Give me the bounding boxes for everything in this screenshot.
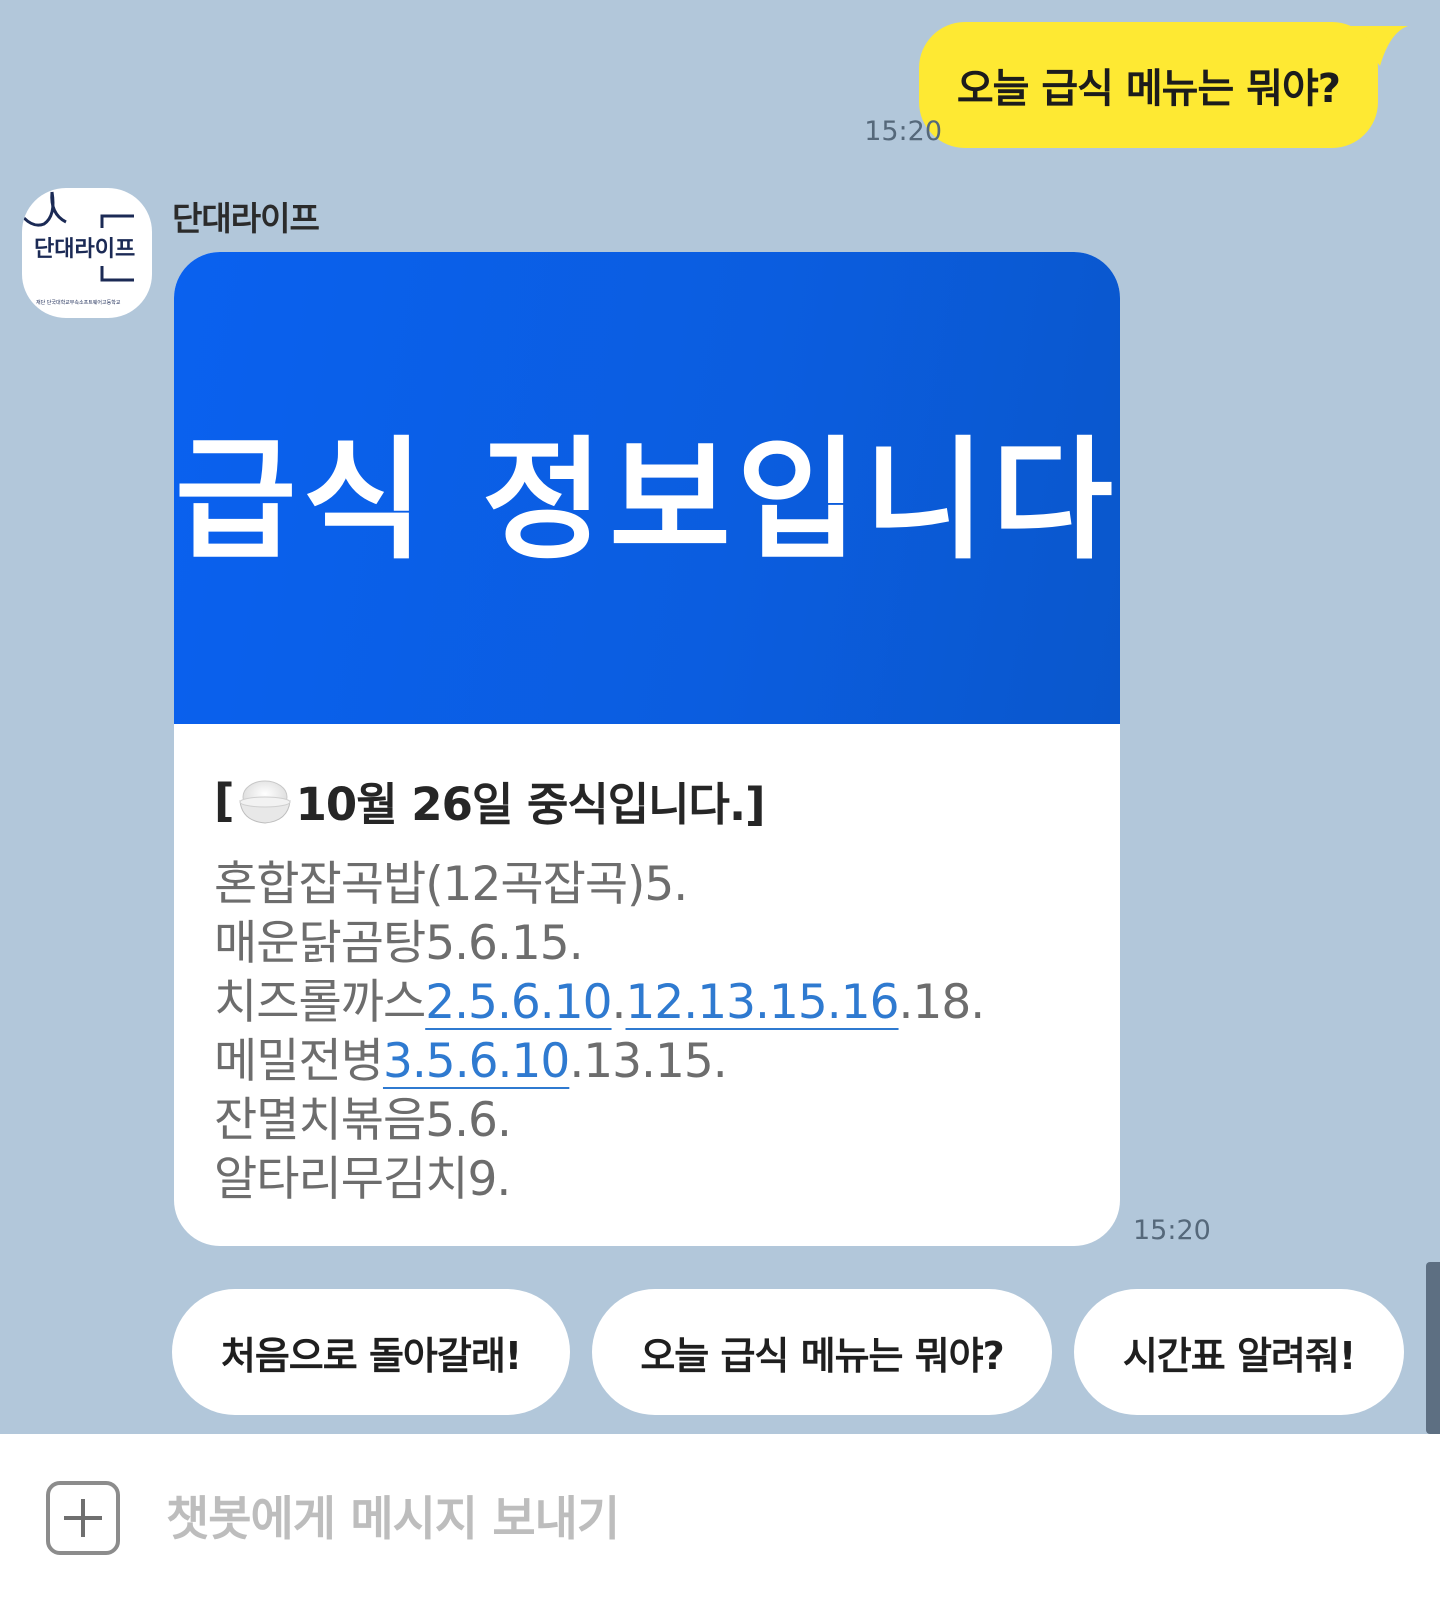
quick-replies-scrollbar[interactable] bbox=[1426, 1262, 1440, 1434]
menu-item-tail: .13.15. bbox=[569, 1034, 727, 1089]
menu-list: 혼합잡곡밥(12곡잡곡)5. 매운닭곰탕5.6.15. 치즈롤까스2.5.6.1… bbox=[214, 855, 1080, 1209]
quick-reply-today-menu[interactable]: 오늘 급식 메뉴는 뭐야? bbox=[592, 1289, 1052, 1415]
card-body: [ 10월 26일 중식입니다.] 혼합잡곡밥(12곡잡곡)5. 매운닭곰탕5.… bbox=[174, 724, 1120, 1209]
bot-avatar[interactable]: 단대라이프 재단 단국대학교부속소프트웨어고등학교 bbox=[22, 188, 152, 318]
menu-item: 매운닭곰탕5.6.15. bbox=[214, 916, 584, 971]
menu-item-tail: .18. bbox=[898, 975, 986, 1030]
banner-title: 급식 정보입니다 bbox=[174, 423, 1120, 578]
outgoing-message-bubble[interactable]: 오늘 급식 메뉴는 뭐야? bbox=[918, 22, 1378, 148]
menu-item: 치즈롤까스2.5.6.10.12.13.15.16.18. bbox=[214, 973, 1080, 1032]
menu-item: 알타리무김치9. bbox=[214, 1152, 511, 1207]
quick-replies: 처음으로 돌아갈래! 오늘 급식 메뉴는 뭐야? 시간표 알려줘! bbox=[172, 1289, 1404, 1415]
heading-text: 10월 26일 중식입니다.] bbox=[295, 778, 766, 831]
heading-bracket: [ bbox=[214, 774, 235, 827]
allergen-link[interactable]: 12.13.15.16 bbox=[626, 975, 900, 1030]
menu-item-separator: . bbox=[611, 975, 627, 1030]
avatar-sub-text: 재단 단국대학교부속소프트웨어고등학교 bbox=[36, 299, 121, 306]
menu-item-name: 메밀전병 bbox=[214, 1034, 384, 1089]
quick-reply-go-home[interactable]: 처음으로 돌아갈래! bbox=[172, 1289, 570, 1415]
bot-message-time: 15:20 bbox=[1133, 1215, 1211, 1246]
menu-item: 잔멸치볶음5.6. bbox=[214, 1093, 512, 1148]
outgoing-message-time: 15:20 bbox=[864, 116, 942, 147]
avatar-logo-text: 단대라이프 bbox=[34, 237, 135, 262]
rice-bowl-icon bbox=[236, 775, 294, 827]
meal-info-card: 급식 정보입니다 [ 10월 26일 중식입니다.] 혼합잡곡밥(12곡잡곡)5… bbox=[174, 252, 1120, 1246]
menu-item: 메밀전병3.5.6.10.13.15. bbox=[214, 1032, 1080, 1091]
message-input[interactable] bbox=[166, 1474, 1366, 1564]
outgoing-message-text: 오늘 급식 메뉴는 뭐야? bbox=[956, 66, 1341, 112]
card-banner[interactable]: 급식 정보입니다 bbox=[174, 252, 1120, 724]
menu-item: 혼합잡곡밥(12곡잡곡)5. bbox=[214, 857, 688, 912]
allergen-link[interactable]: 2.5.6.10 bbox=[425, 975, 612, 1030]
bot-name: 단대라이프 bbox=[172, 199, 320, 238]
message-input-bar bbox=[0, 1434, 1440, 1604]
card-heading: [ 10월 26일 중식입니다.] bbox=[214, 768, 1080, 833]
plus-icon[interactable] bbox=[46, 1481, 120, 1555]
quick-reply-timetable[interactable]: 시간표 알려줘! bbox=[1074, 1289, 1404, 1415]
allergen-link[interactable]: 3.5.6.10 bbox=[383, 1034, 570, 1089]
menu-item-name: 치즈롤까스 bbox=[214, 975, 426, 1030]
